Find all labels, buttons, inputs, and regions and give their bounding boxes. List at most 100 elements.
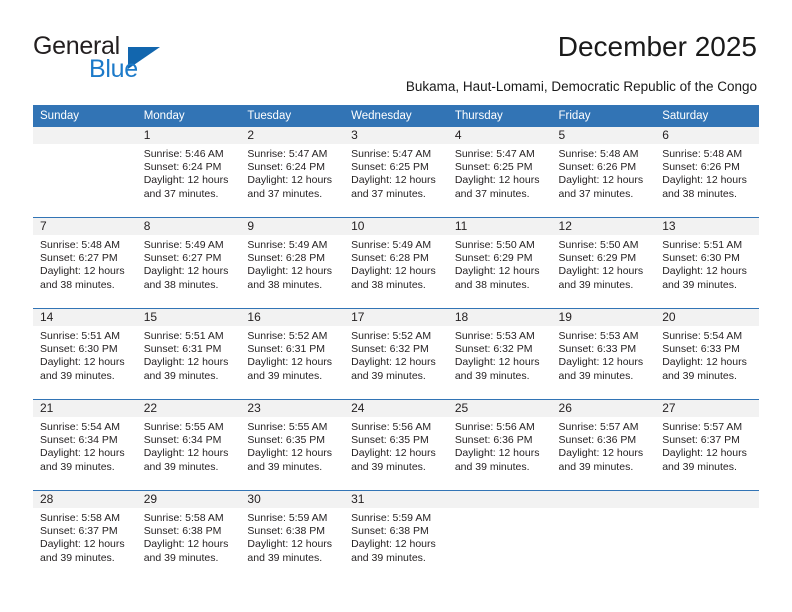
sunset-time: Sunset: 6:25 PM [454,161,533,174]
calendar-day-cell[interactable]: 24 Sunrise: 5:56 AM Sunset: 6:35 PM Dayligh… [344,399,448,491]
daylight-duration-line1: Daylight: 12 hours [558,174,644,187]
day-number: 9 [240,218,345,235]
calendar-day-cell[interactable]: 4 Sunrise: 5:47 AM Sunset: 6:25 PM Daylight… [447,127,552,218]
day-details: Sunrise: 5:51 AM Sunset: 6:31 PM Daylight:… [137,326,241,383]
calendar-day-cell[interactable]: 9 Sunrise: 5:49 AM Sunset: 6:28 PM Daylight… [240,217,345,309]
sunset-time: Sunset: 6:27 PM [143,252,222,265]
calendar-day-cell [447,490,552,581]
day-number: 29 [136,491,241,508]
calendar-day-cell[interactable]: 2 Sunrise: 5:47 AM Sunset: 6:24 PM Daylight… [240,127,345,218]
calendar-day-cell[interactable]: 7 Sunrise: 5:48 AM Sunset: 6:27 PM Daylight… [33,217,137,309]
calendar-day-cell[interactable]: 29 Sunrise: 5:58 AM Sunset: 6:38 PM Dayligh… [136,490,241,581]
calendar-day-cell[interactable]: 1 Sunrise: 5:46 AM Sunset: 6:24 PM Daylight… [136,127,241,218]
sunset-time: Sunset: 6:35 PM [351,434,429,447]
calendar-day-cell[interactable]: 12 Sunrise: 5:50 AM Sunset: 6:29 PM Dayligh… [551,217,656,309]
daylight-duration-line2: and 39 minutes. [247,460,323,473]
calendar-day-cell[interactable]: 25 Sunrise: 5:56 AM Sunset: 6:36 PM Dayligh… [447,399,552,491]
sunset-time: Sunset: 6:34 PM [143,434,222,447]
daylight-duration-line1: Daylight: 12 hours [454,265,540,278]
calendar-day-cell[interactable]: 30 Sunrise: 5:59 AM Sunset: 6:38 PM Dayligh… [240,490,345,581]
calendar-day-cell[interactable]: 27 Sunrise: 5:57 AM Sunset: 6:37 PM Dayligh… [655,399,759,491]
calendar-day-cell[interactable]: 19 Sunrise: 5:53 AM Sunset: 6:33 PM Dayligh… [551,308,656,400]
calendar-day-cell[interactable]: 3 Sunrise: 5:47 AM Sunset: 6:25 PM Daylight… [344,127,448,218]
sunset-time: Sunset: 6:28 PM [247,252,326,265]
calendar-day-cell[interactable]: 10 Sunrise: 5:49 AM Sunset: 6:28 PM Dayligh… [344,217,448,309]
daylight-duration-line1: Daylight: 12 hours [143,174,229,187]
logo-text-blue: Blue [89,55,138,83]
calendar-day-cell[interactable]: 11 Sunrise: 5:50 AM Sunset: 6:29 PM Dayligh… [447,217,552,309]
day-cell-inner [551,491,656,581]
calendar-day-cell[interactable]: 15 Sunrise: 5:51 AM Sunset: 6:31 PM Dayligh… [136,308,241,400]
sunrise-time: Sunrise: 5:55 AM [143,421,224,433]
day-number: 7 [33,218,137,235]
day-cell-inner: 20 Sunrise: 5:54 AM Sunset: 6:33 PM Dayligh… [655,309,759,399]
day-details: Sunrise: 5:50 AM Sunset: 6:29 PM Daylight:… [448,235,552,292]
calendar-day-cell[interactable]: 22 Sunrise: 5:55 AM Sunset: 6:34 PM Dayligh… [136,399,241,491]
sunset-time: Sunset: 6:33 PM [558,343,637,356]
day-details: Sunrise: 5:47 AM Sunset: 6:25 PM Daylight:… [344,144,448,201]
sunrise-time: Sunrise: 5:59 AM [247,512,328,524]
daylight-duration-line2: and 39 minutes. [351,369,426,382]
daylight-duration-line2: and 39 minutes. [143,460,219,473]
day-details: Sunrise: 5:56 AM Sunset: 6:35 PM Daylight:… [344,417,448,474]
sunset-time: Sunset: 6:37 PM [662,434,740,447]
sunrise-time: Sunrise: 5:54 AM [662,330,743,342]
calendar-day-cell[interactable]: 8 Sunrise: 5:49 AM Sunset: 6:27 PM Daylight… [136,217,241,309]
calendar-day-cell[interactable]: 28 Sunrise: 5:58 AM Sunset: 6:37 PM Dayligh… [33,490,137,581]
calendar-day-cell[interactable]: 21 Sunrise: 5:54 AM Sunset: 6:34 PM Dayligh… [33,399,137,491]
daylight-duration-line1: Daylight: 12 hours [351,356,436,369]
day-cell-inner: 16 Sunrise: 5:52 AM Sunset: 6:31 PM Dayligh… [240,309,345,399]
calendar-week-row: 14 Sunrise: 5:51 AM Sunset: 6:30 PM Dayligh… [33,308,759,400]
daylight-duration-line2: and 39 minutes. [558,278,634,291]
sunrise-time: Sunrise: 5:50 AM [558,239,639,251]
sunrise-time: Sunrise: 5:54 AM [40,421,120,433]
calendar-day-cell[interactable]: 16 Sunrise: 5:52 AM Sunset: 6:31 PM Dayligh… [240,308,345,400]
calendar-day-cell[interactable]: 20 Sunrise: 5:54 AM Sunset: 6:33 PM Dayligh… [655,308,759,400]
calendar-day-cell[interactable]: 6 Sunrise: 5:48 AM Sunset: 6:26 PM Daylight… [655,127,759,218]
day-cell-inner: 27 Sunrise: 5:57 AM Sunset: 6:37 PM Dayligh… [655,400,759,490]
calendar-day-cell[interactable]: 23 Sunrise: 5:55 AM Sunset: 6:35 PM Dayligh… [240,399,345,491]
calendar-day-cell[interactable]: 14 Sunrise: 5:51 AM Sunset: 6:30 PM Dayligh… [33,308,137,400]
calendar-day-cell[interactable]: 5 Sunrise: 5:48 AM Sunset: 6:26 PM Daylight… [551,127,656,218]
daylight-duration-line1: Daylight: 12 hours [247,265,333,278]
calendar-day-cell[interactable]: 17 Sunrise: 5:52 AM Sunset: 6:32 PM Dayligh… [344,308,448,400]
day-number: 25 [447,400,552,417]
daylight-duration-line1: Daylight: 12 hours [247,447,333,460]
sunrise-time: Sunrise: 5:47 AM [351,148,432,160]
sunset-time: Sunset: 6:32 PM [351,343,429,356]
calendar-day-cell [655,490,759,581]
general-blue-logo[interactable]: General Blue [33,32,243,88]
page-header: General Blue December 2025 Bukama, Haut-… [0,0,792,100]
day-details: Sunrise: 5:51 AM Sunset: 6:30 PM Daylight:… [655,235,759,292]
day-details: Sunrise: 5:57 AM Sunset: 6:37 PM Daylight:… [655,417,759,474]
day-details: Sunrise: 5:52 AM Sunset: 6:31 PM Daylight:… [240,326,344,383]
calendar-day-cell[interactable]: 13 Sunrise: 5:51 AM Sunset: 6:30 PM Dayligh… [655,217,759,309]
sunset-time: Sunset: 6:31 PM [143,343,222,356]
calendar-week-row: 7 Sunrise: 5:48 AM Sunset: 6:27 PM Daylight… [33,217,759,309]
day-details: Sunrise: 5:52 AM Sunset: 6:32 PM Daylight:… [344,326,448,383]
day-details: Sunrise: 5:48 AM Sunset: 6:26 PM Daylight:… [655,144,759,201]
day-details: Sunrise: 5:50 AM Sunset: 6:29 PM Daylight:… [552,235,656,292]
daylight-duration-line2: and 39 minutes. [143,551,219,564]
day-cell-inner: 13 Sunrise: 5:51 AM Sunset: 6:30 PM Dayligh… [655,218,759,308]
day-cell-inner: 28 Sunrise: 5:58 AM Sunset: 6:37 PM Dayligh… [33,491,137,581]
daylight-duration-line2: and 38 minutes. [454,278,530,291]
daylight-duration-line2: and 39 minutes. [662,460,737,473]
calendar-day-cell[interactable]: 18 Sunrise: 5:53 AM Sunset: 6:32 PM Dayligh… [447,308,552,400]
day-number: 3 [344,127,448,144]
calendar-week-row: 1 Sunrise: 5:46 AM Sunset: 6:24 PM Daylight… [33,127,759,218]
weekday-header-sunday: Sunday [33,105,137,127]
daylight-duration-line2: and 39 minutes. [558,460,634,473]
sunset-time: Sunset: 6:30 PM [662,252,740,265]
sunrise-time: Sunrise: 5:51 AM [40,330,120,342]
sunset-time: Sunset: 6:31 PM [247,343,326,356]
day-details: Sunrise: 5:53 AM Sunset: 6:33 PM Daylight:… [552,326,656,383]
daylight-duration-line1: Daylight: 12 hours [247,356,333,369]
day-number [447,491,552,508]
weekday-header-thursday: Thursday [447,105,552,127]
calendar-day-cell[interactable]: 31 Sunrise: 5:59 AM Sunset: 6:38 PM Dayligh… [344,490,448,581]
sunset-time: Sunset: 6:24 PM [143,161,222,174]
day-number [551,491,656,508]
calendar-day-cell[interactable]: 26 Sunrise: 5:57 AM Sunset: 6:36 PM Dayligh… [551,399,656,491]
sunset-time: Sunset: 6:36 PM [558,434,637,447]
